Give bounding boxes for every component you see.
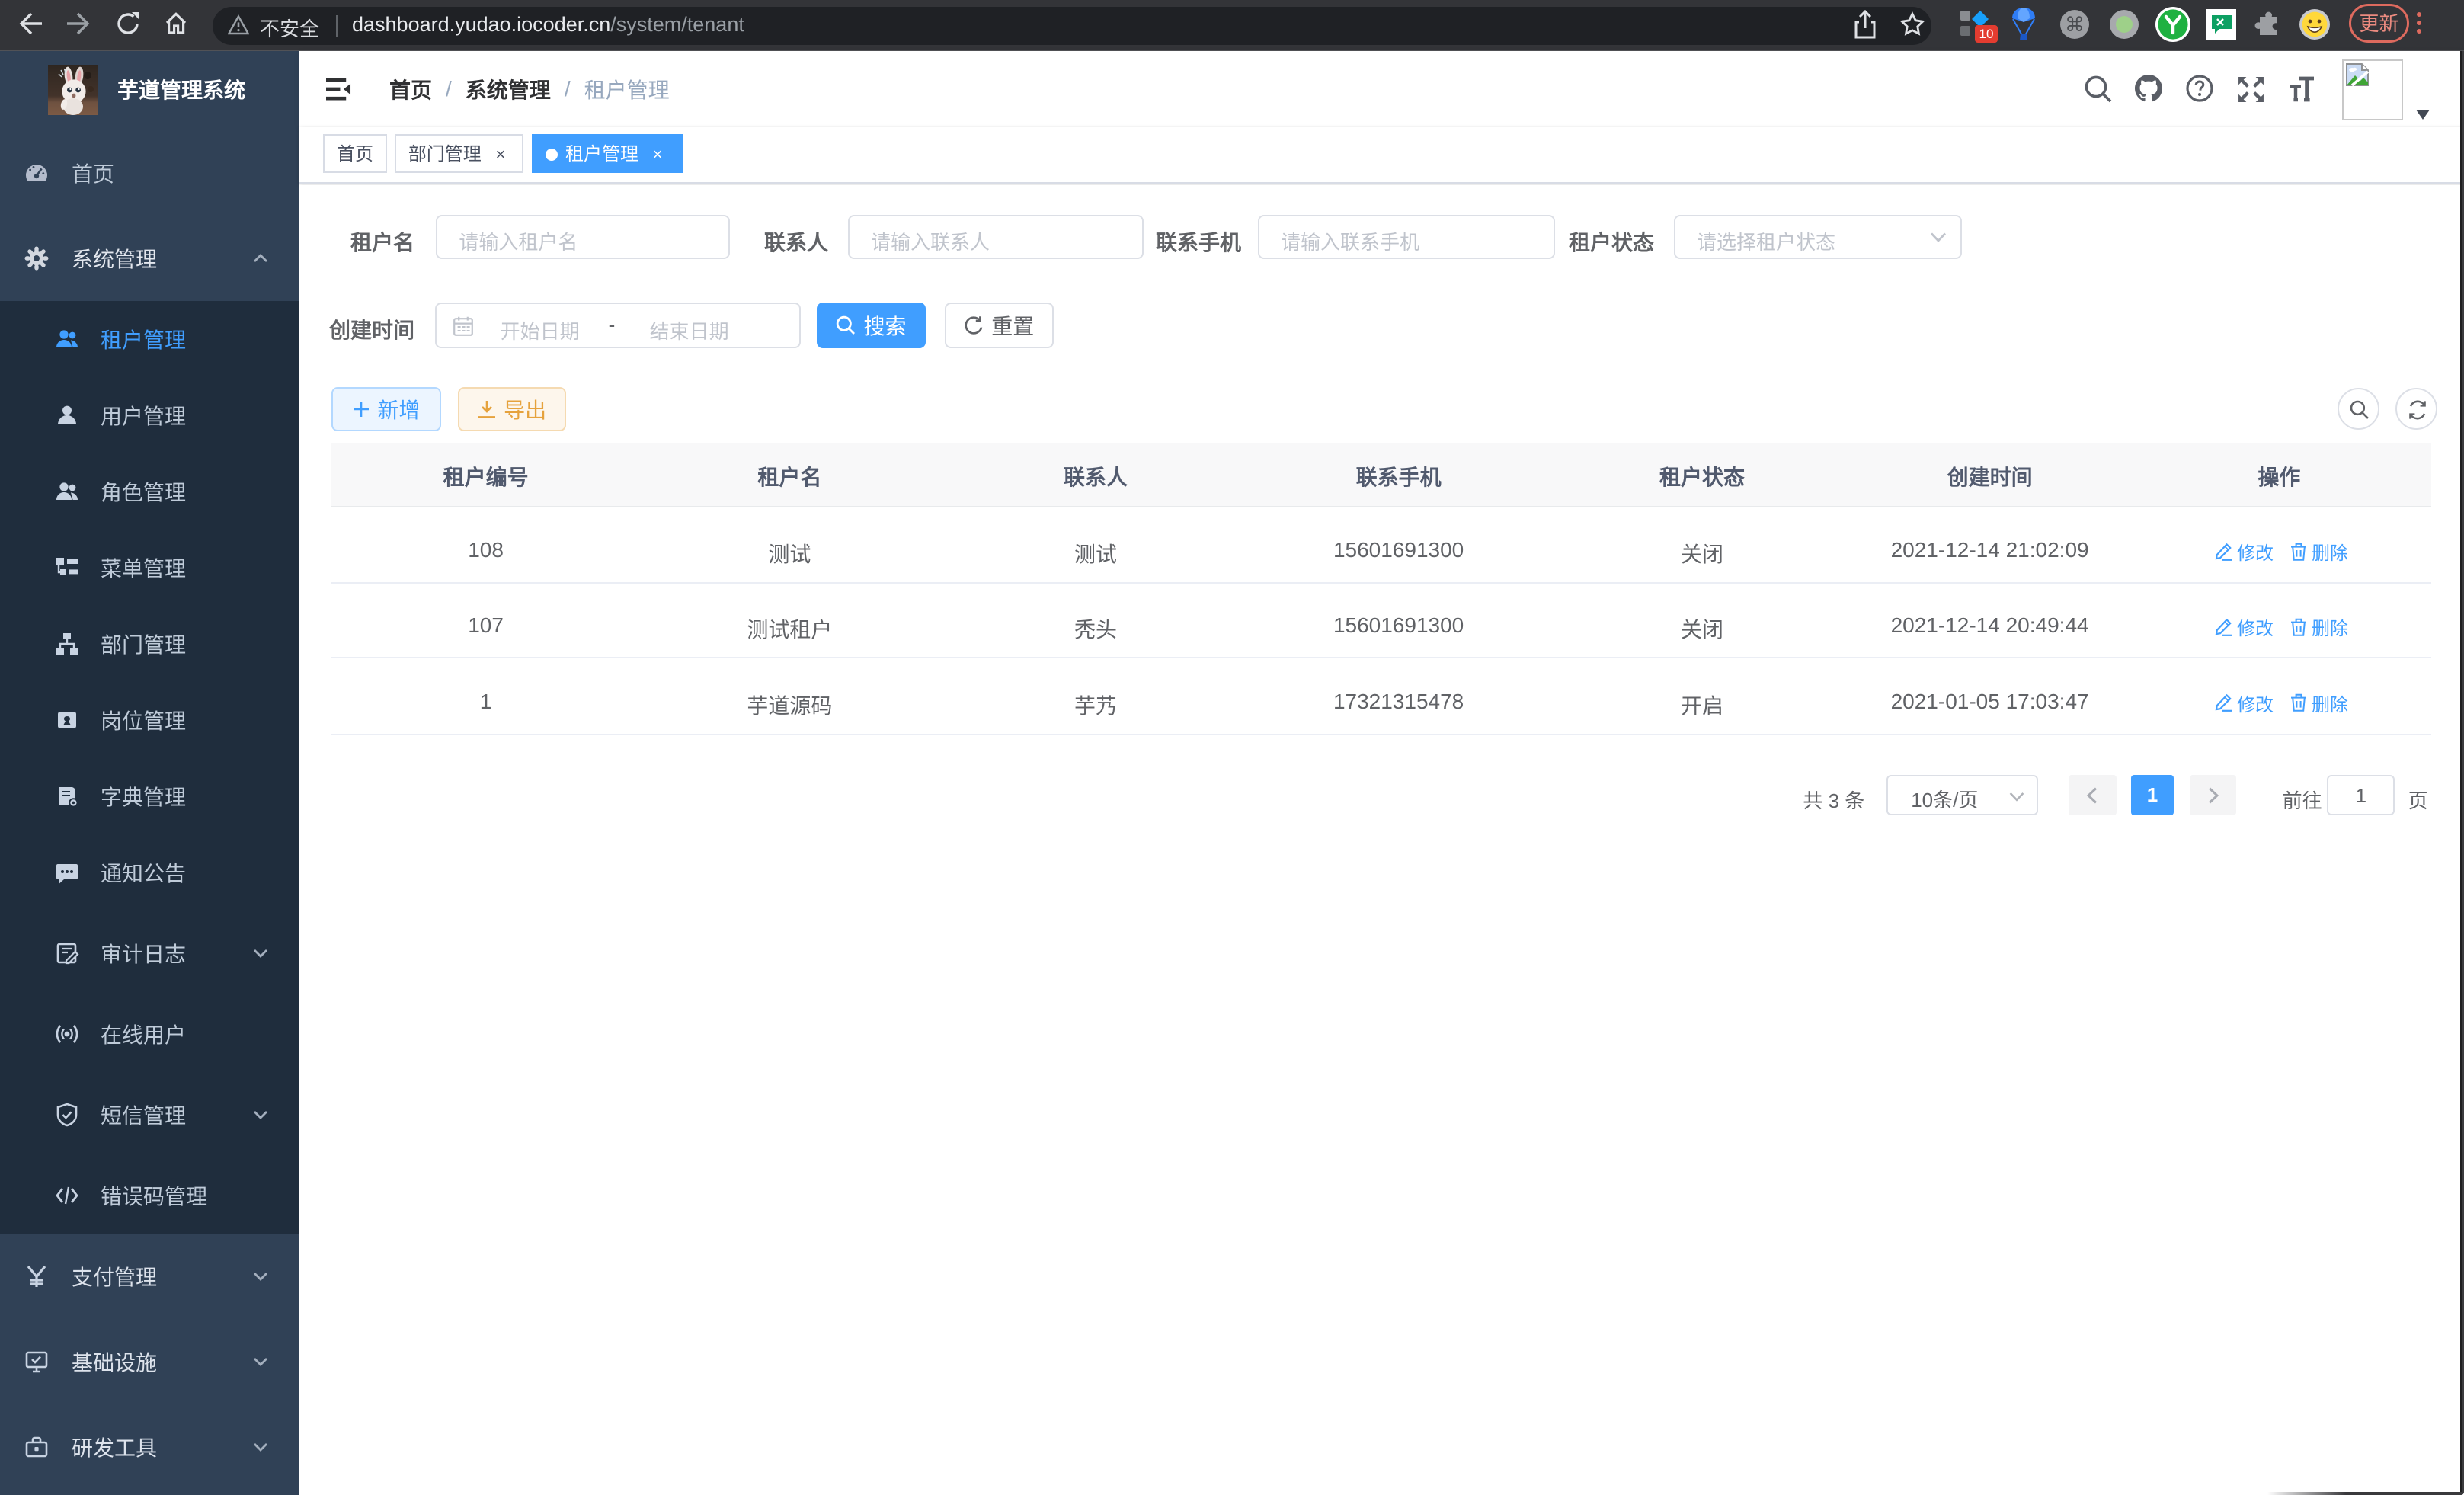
svg-text:⌘: ⌘	[2065, 13, 2085, 36]
